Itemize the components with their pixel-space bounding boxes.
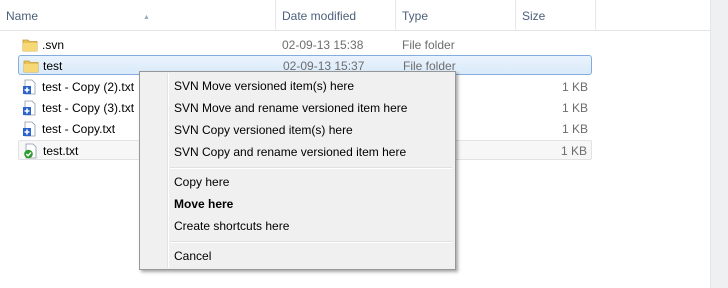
menu-item-move-here[interactable]: Move here (140, 193, 455, 215)
file-row[interactable]: .svn 02-09-13 15:38 File folder (18, 35, 592, 55)
menu-separator (170, 167, 452, 169)
column-header-bar: ▲ Name Date modified Type Size (0, 0, 711, 31)
file-date: 02-09-13 15:38 (282, 38, 364, 52)
column-header-size[interactable]: Size (516, 0, 596, 30)
svn-added-file-icon (23, 79, 36, 95)
column-header-type[interactable]: Type (396, 0, 516, 30)
column-header-name-label: Name (6, 9, 39, 23)
menu-item-svn-copy-rename[interactable]: SVN Copy and rename versioned item here (140, 141, 455, 163)
file-name: test (43, 59, 63, 73)
column-header-size-label: Size (522, 9, 546, 23)
column-header-date-modified[interactable]: Date modified (276, 0, 396, 30)
menu-item-create-shortcuts[interactable]: Create shortcuts here (140, 215, 455, 237)
file-type: File folder (402, 38, 455, 52)
folder-icon (23, 60, 39, 73)
svn-added-file-icon (23, 100, 36, 116)
column-header-type-label: Type (402, 9, 429, 23)
file-name: test.txt (43, 144, 79, 158)
file-size: 1 KB (561, 101, 588, 115)
file-size: 1 KB (560, 144, 587, 158)
vertical-scrollbar[interactable] (710, 0, 728, 288)
menu-separator (170, 241, 452, 243)
file-name: .svn (42, 38, 65, 52)
menu-item-cancel[interactable]: Cancel (140, 245, 455, 267)
file-name: test - Copy.txt (42, 122, 116, 136)
drag-drop-context-menu: SVN Move versioned item(s) here SVN Move… (139, 71, 456, 270)
menu-item-copy-here[interactable]: Copy here (140, 171, 455, 193)
folder-icon (22, 39, 38, 52)
column-header-name[interactable]: ▲ Name (0, 0, 276, 30)
file-size: 1 KB (561, 122, 588, 136)
column-header-date-label: Date modified (282, 9, 357, 23)
menu-item-svn-copy[interactable]: SVN Copy versioned item(s) here (140, 119, 455, 141)
file-size: 1 KB (561, 80, 588, 94)
file-name: test - Copy (2).txt (42, 80, 135, 94)
svn-normal-file-icon (24, 143, 37, 159)
svn-added-file-icon (23, 121, 36, 137)
sort-ascending-icon: ▲ (143, 14, 150, 21)
file-name: test - Copy (3).txt (42, 101, 135, 115)
menu-item-svn-move-rename[interactable]: SVN Move and rename versioned item here (140, 97, 455, 119)
menu-item-svn-move[interactable]: SVN Move versioned item(s) here (140, 75, 455, 97)
